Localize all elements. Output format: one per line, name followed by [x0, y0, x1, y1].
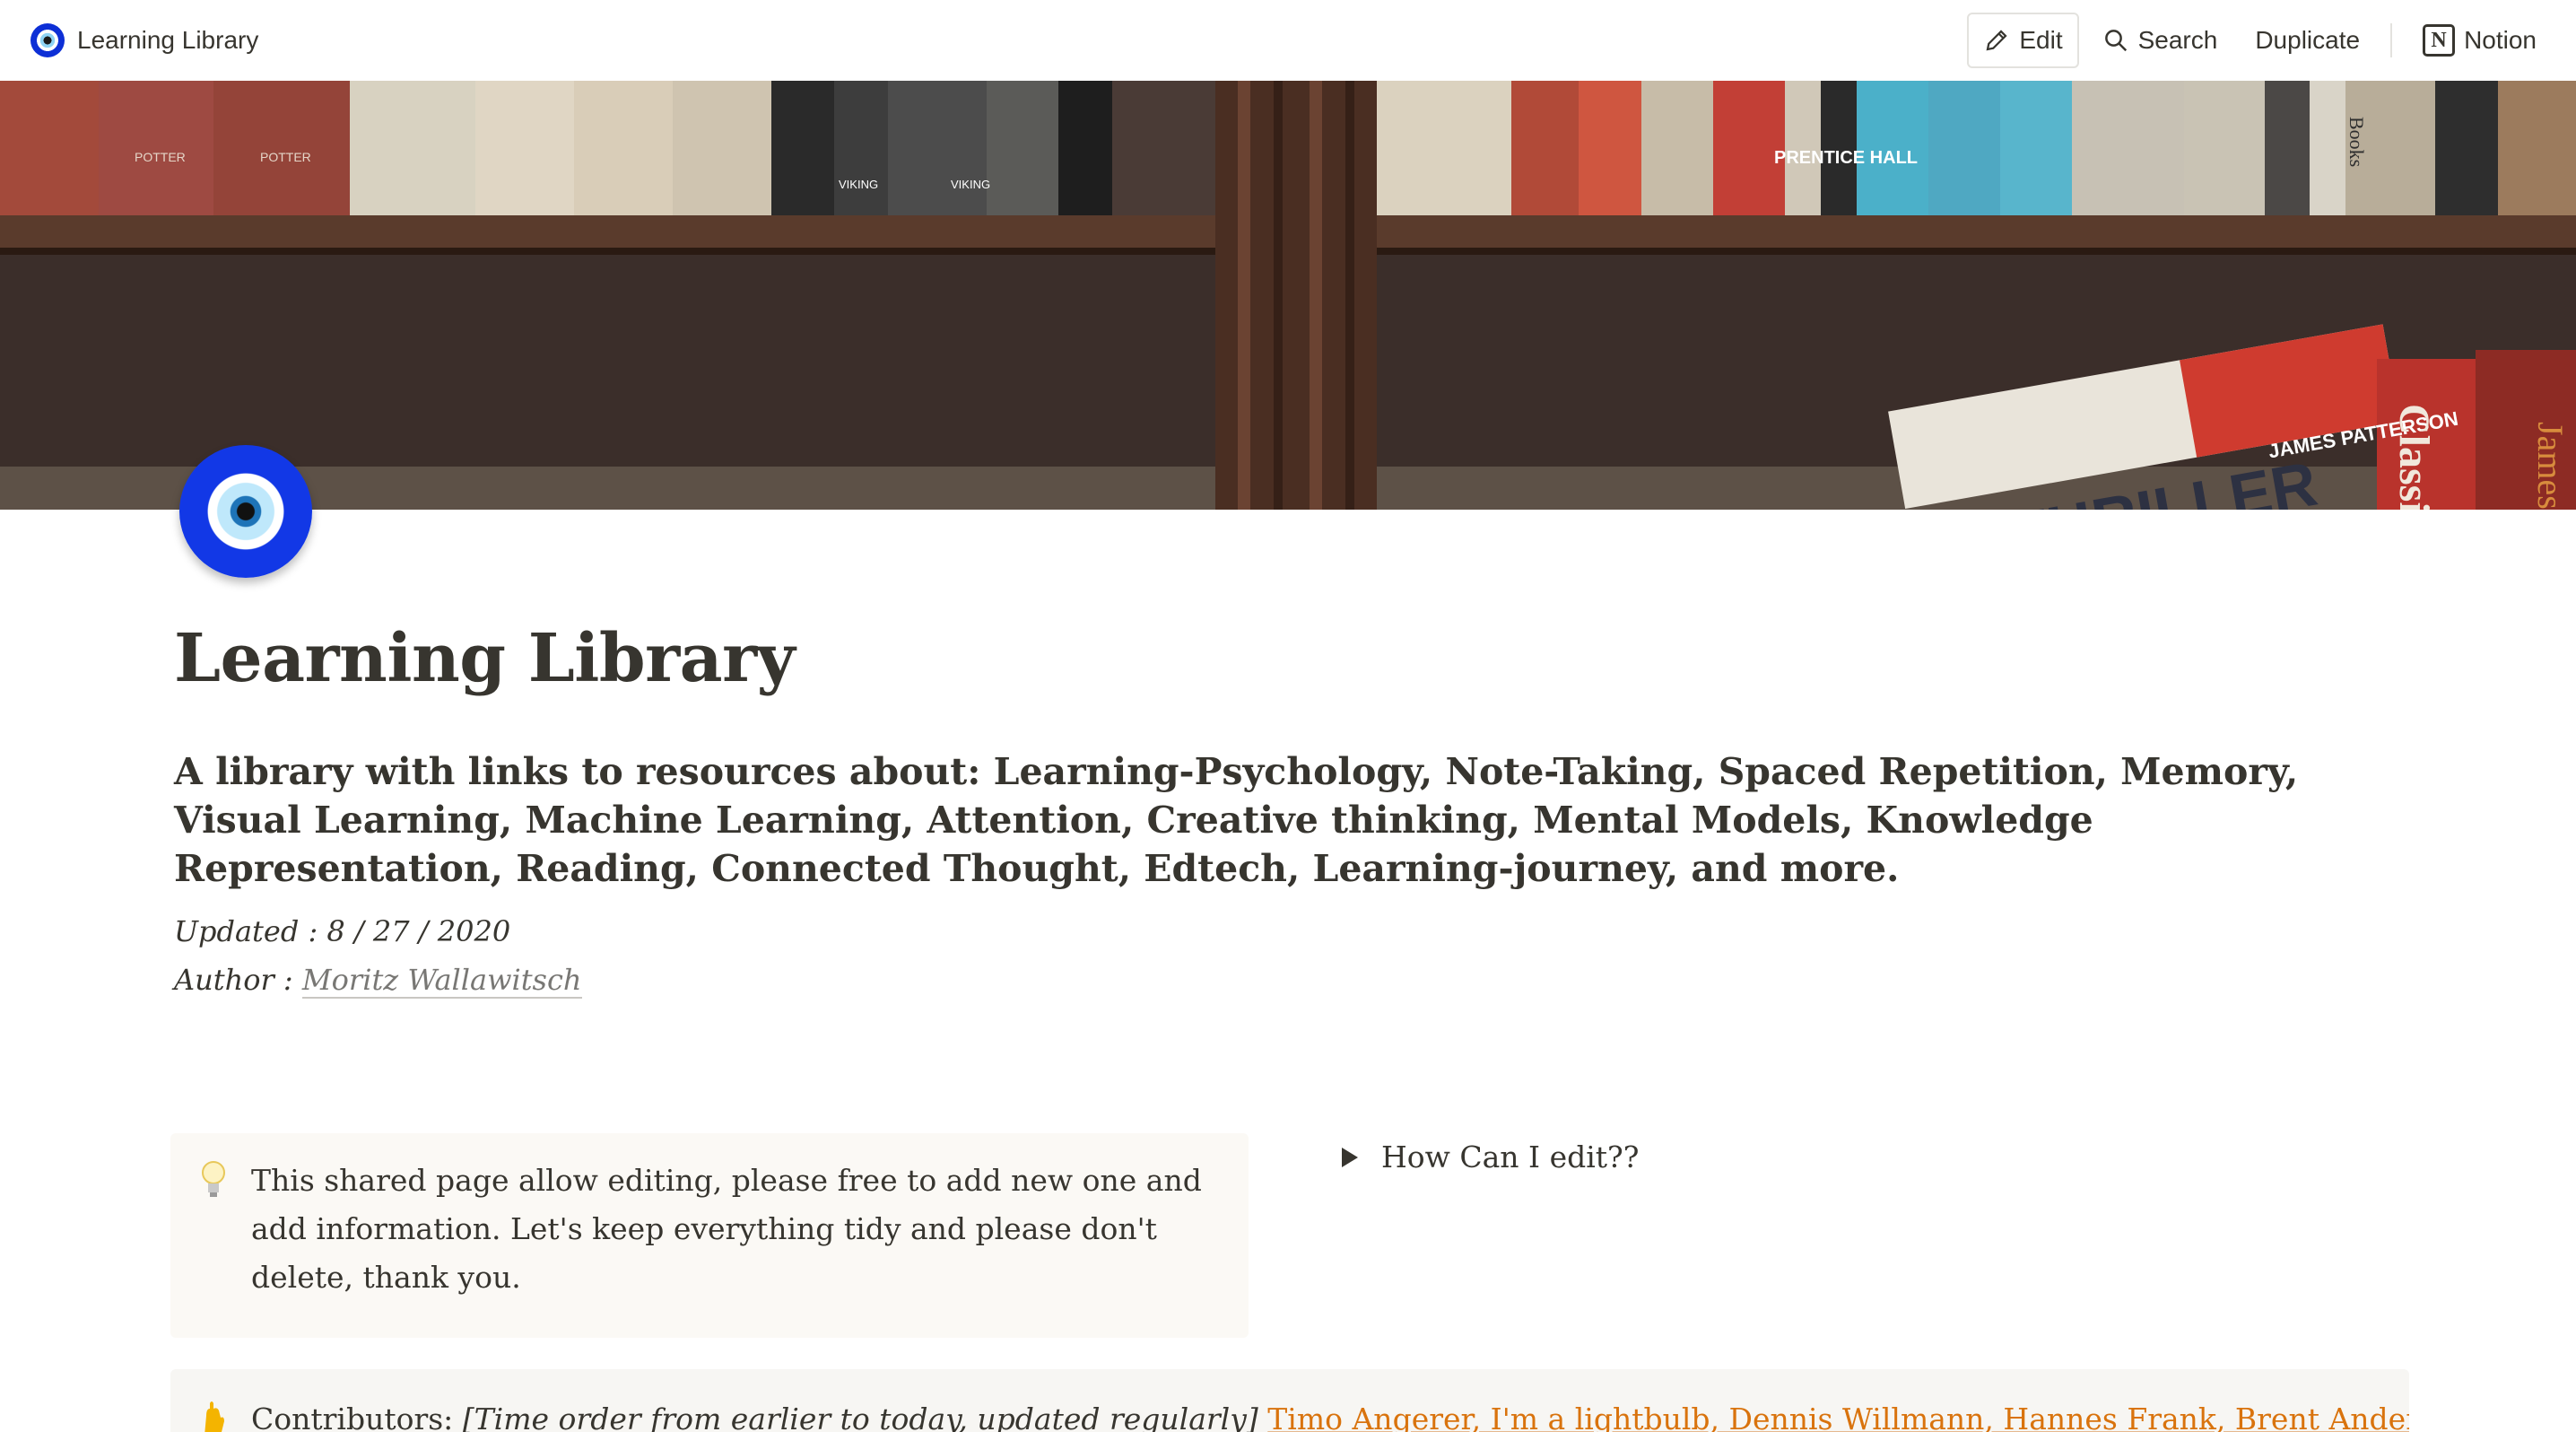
author-label: Author :	[174, 962, 293, 997]
cover-image: POTTER POTTER VIKING VIKING PRENTICE HAL…	[0, 81, 2576, 510]
contributors-names[interactable]: Timo Angerer, I'm a lightbulb, Dennis Wi…	[1267, 1401, 2409, 1432]
page-meta: Updated : 8 / 27 / 2020 Author : Moritz …	[174, 907, 2416, 1004]
toggle-arrow-icon[interactable]	[1342, 1147, 1358, 1167]
evil-eye-page-icon[interactable]	[179, 445, 312, 578]
top-bar: Learning Library Edit Search Duplicate N…	[0, 0, 2576, 81]
contributors-callout: Contributors: [Time order from earlier t…	[170, 1369, 2409, 1432]
notion-button[interactable]: N Notion	[2408, 13, 2551, 68]
search-label: Search	[2137, 26, 2218, 54]
breadcrumb-title: Learning Library	[77, 26, 259, 54]
duplicate-label: Duplicate	[2255, 26, 2361, 54]
raised-hand-icon	[205, 1401, 224, 1432]
book-label-potter-1: POTTER	[135, 150, 186, 164]
author-row: Author : Moritz Wallawitsch	[174, 956, 2416, 1004]
book-label-books: Books	[2345, 117, 2368, 167]
notion-logo-icon: N	[2423, 24, 2456, 57]
updated-value: 8 / 27 / 2020	[326, 913, 511, 948]
callout-text: This shared page allow editing, please f…	[251, 1163, 1202, 1295]
evil-eye-icon	[30, 23, 65, 57]
top-actions: Edit Search Duplicate N Notion	[1967, 13, 2551, 68]
duplicate-button[interactable]: Duplicate	[2241, 13, 2374, 68]
contributors-note: [Time order from earlier to today, updat…	[462, 1401, 1258, 1432]
edit-button[interactable]: Edit	[1967, 13, 2079, 68]
book-label-viking-2: VIKING	[951, 178, 990, 191]
page-subtitle: A library with links to resources about:…	[174, 749, 2299, 890]
lightbulb-icon	[202, 1161, 225, 1197]
book-label-potter-2: POTTER	[260, 150, 311, 164]
search-icon	[2104, 30, 2127, 52]
page-content: Learning Library A library with links to…	[174, 619, 2416, 1004]
book-label-classic: Classic	[2390, 404, 2438, 510]
editing-callout: This shared page allow editing, please f…	[170, 1133, 1249, 1338]
toggle-label: How Can I edit??	[1381, 1139, 1640, 1174]
book-label-viking-1: VIKING	[839, 178, 878, 191]
page-title: Learning Library	[174, 620, 796, 697]
search-button[interactable]: Search	[2088, 13, 2232, 68]
how-can-i-edit-toggle[interactable]: How Can I edit??	[1342, 1139, 1639, 1174]
contributors-label: Contributors:	[251, 1401, 454, 1432]
book-label-prentice: PRENTICE HALL	[1774, 148, 1918, 168]
pencil-icon	[1986, 30, 2007, 51]
author-link[interactable]: Moritz Wallawitsch	[301, 962, 582, 999]
updated-row: Updated : 8 / 27 / 2020	[174, 907, 2416, 956]
toolbar-divider	[2390, 23, 2393, 57]
edit-label: Edit	[2019, 26, 2063, 54]
breadcrumb[interactable]: Learning Library	[30, 23, 258, 57]
updated-label: Updated :	[174, 913, 318, 948]
notion-label: Notion	[2464, 26, 2537, 54]
book-label-james: James	[2530, 422, 2571, 510]
